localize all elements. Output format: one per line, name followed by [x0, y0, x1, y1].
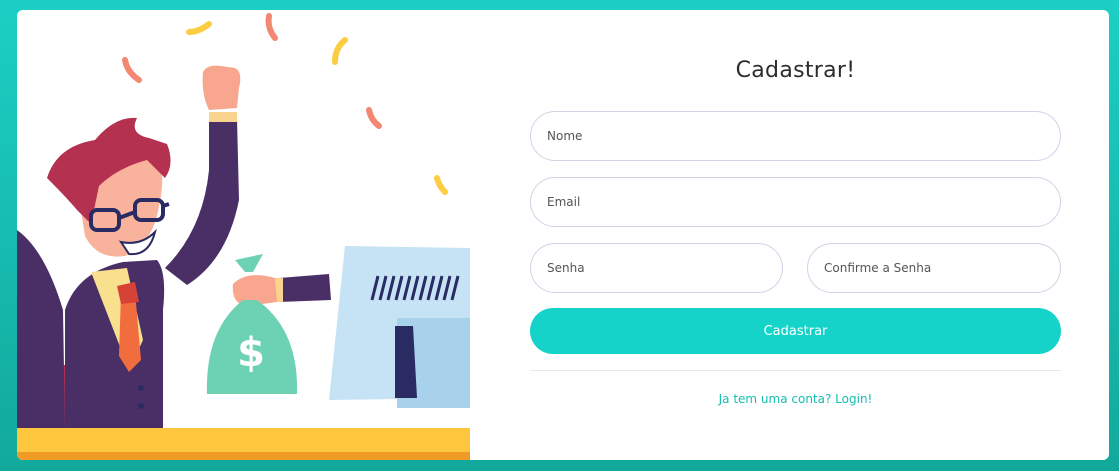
signup-form: Cadastrar! Cadastrar Ja tem uma conta? L…	[530, 10, 1061, 460]
dollar-sign: $	[237, 330, 265, 376]
money-bag-tie-shape	[235, 254, 263, 272]
password-field[interactable]	[530, 243, 783, 293]
confirm-password-field[interactable]	[807, 243, 1061, 293]
businessman-illustration: $	[17, 13, 470, 460]
name-field[interactable]	[530, 111, 1061, 161]
login-link[interactable]: Ja tem uma conta? Login!	[530, 392, 1061, 406]
raised-arm-shape	[165, 118, 239, 285]
divider	[530, 370, 1061, 371]
desk-shape	[17, 428, 470, 452]
page-title: Cadastrar!	[735, 58, 856, 83]
confetti-icon	[122, 13, 448, 195]
email-field[interactable]	[530, 177, 1061, 227]
fist-icon	[202, 65, 241, 110]
signup-card: $ Cadastrar! Cadastrar Ja tem uma conta?…	[17, 10, 1109, 460]
monitor-shape	[329, 246, 470, 408]
signup-button[interactable]: Cadastrar	[530, 308, 1061, 354]
